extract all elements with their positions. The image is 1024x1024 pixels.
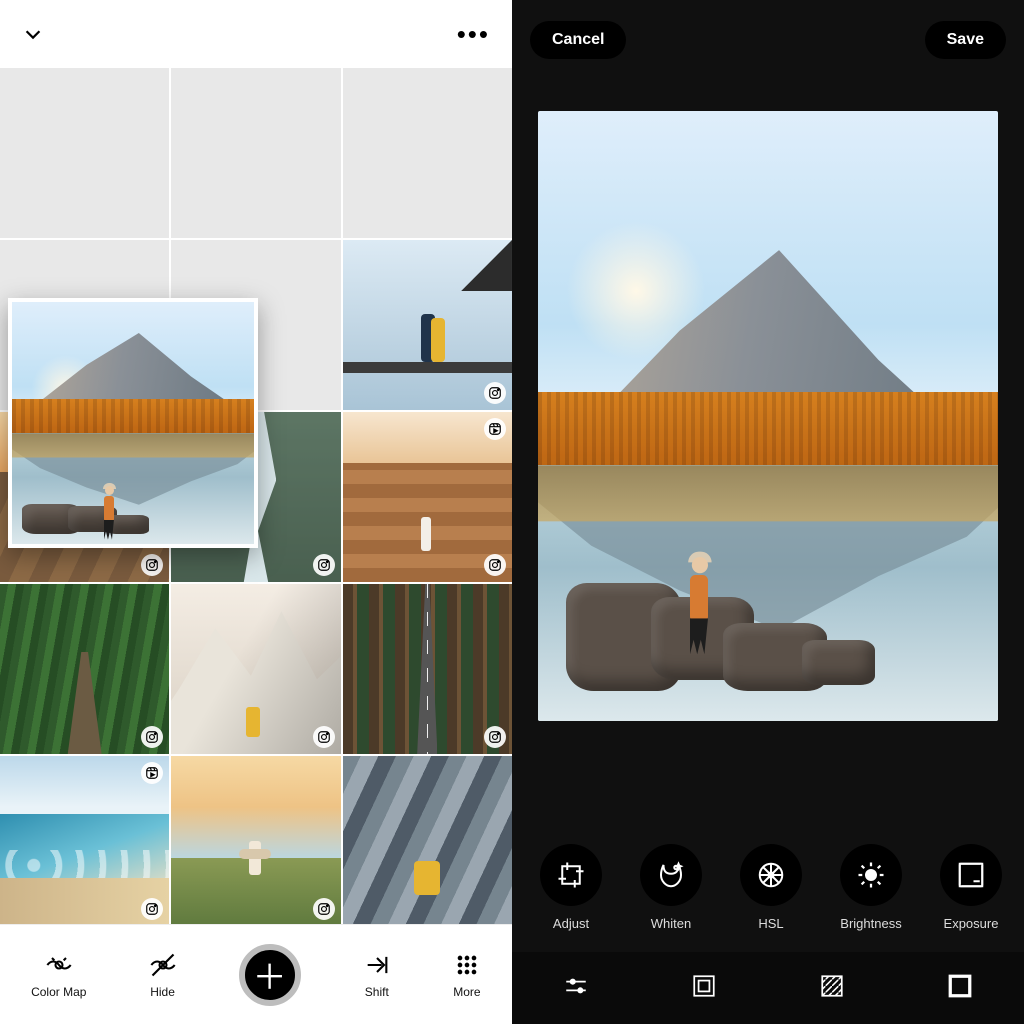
- left-header: •••: [0, 0, 512, 68]
- cancel-button[interactable]: Cancel: [530, 21, 626, 59]
- hsl-icon: [740, 844, 802, 906]
- editor-header: Cancel Save: [512, 0, 1024, 80]
- tool-exposure[interactable]: Exposure: [932, 844, 1010, 931]
- exposure-icon: [940, 844, 1002, 906]
- grid-slot[interactable]: [0, 756, 169, 924]
- grid-slot[interactable]: [171, 756, 340, 924]
- editor-bottom-tabs: [512, 952, 1024, 1024]
- color-map-label: Color Map: [31, 985, 86, 999]
- tool-label: Whiten: [651, 916, 691, 931]
- brightness-icon: [840, 844, 902, 906]
- tool-label: Adjust: [553, 916, 589, 931]
- hide-button[interactable]: Hide: [149, 951, 177, 999]
- instagram-badge-icon: [313, 898, 335, 920]
- edit-tool-row[interactable]: Adjust Whiten HSL Brightness Exposure: [512, 822, 1024, 952]
- edited-photo: [538, 111, 998, 721]
- collapse-chevron-icon[interactable]: [22, 23, 44, 45]
- editor-canvas[interactable]: [512, 80, 1024, 822]
- grid-slot-empty[interactable]: [343, 68, 512, 238]
- tab-frame-icon[interactable]: [691, 973, 717, 1004]
- tool-brightness[interactable]: Brightness: [832, 844, 910, 931]
- hide-label: Hide: [150, 985, 175, 999]
- save-button[interactable]: Save: [925, 21, 1006, 59]
- tool-hsl[interactable]: HSL: [732, 844, 810, 931]
- grid-slot[interactable]: [0, 584, 169, 754]
- hide-icon: [149, 951, 177, 979]
- color-map-button[interactable]: Color Map: [31, 951, 86, 999]
- tool-adjust[interactable]: Adjust: [532, 844, 610, 931]
- grid-slot[interactable]: [171, 584, 340, 754]
- more-label: More: [453, 985, 480, 999]
- tool-label: HSL: [758, 916, 783, 931]
- adjust-icon: [540, 844, 602, 906]
- more-grid-icon: [453, 951, 481, 979]
- more-options-icon[interactable]: •••: [457, 29, 490, 39]
- grid-slot[interactable]: [343, 412, 512, 582]
- grid-slot-empty[interactable]: [171, 68, 340, 238]
- dragging-thumbnail[interactable]: [8, 298, 258, 548]
- grid-slot-empty[interactable]: [0, 68, 169, 238]
- feed-grid[interactable]: [0, 68, 512, 924]
- tool-label: Brightness: [840, 916, 901, 931]
- tab-texture-icon[interactable]: [819, 973, 845, 1004]
- editor-panel: Cancel Save Adjust: [512, 0, 1024, 1024]
- shift-icon: [363, 951, 391, 979]
- instagram-badge-icon: [313, 554, 335, 576]
- tab-sliders-icon[interactable]: [563, 973, 589, 1004]
- instagram-badge-icon: [484, 554, 506, 576]
- plus-icon: ＋: [253, 950, 287, 999]
- reels-badge-icon: [484, 418, 506, 440]
- more-button[interactable]: More: [453, 951, 481, 999]
- tab-border-icon[interactable]: [947, 973, 973, 1004]
- grid-slot[interactable]: [343, 240, 512, 410]
- add-button[interactable]: ＋: [239, 944, 301, 1006]
- shift-button[interactable]: Shift: [363, 951, 391, 999]
- grid-slot[interactable]: [343, 584, 512, 754]
- tool-whiten[interactable]: Whiten: [632, 844, 710, 931]
- instagram-badge-icon: [484, 382, 506, 404]
- whiten-icon: [640, 844, 702, 906]
- grid-planner-panel: •••: [0, 0, 512, 1024]
- instagram-badge-icon: [484, 726, 506, 748]
- instagram-badge-icon: [313, 726, 335, 748]
- shift-label: Shift: [365, 985, 389, 999]
- color-map-icon: [45, 951, 73, 979]
- tool-label: Exposure: [944, 916, 999, 931]
- grid-slot[interactable]: [343, 756, 512, 924]
- left-toolbar: Color Map Hide ＋ Shift More: [0, 924, 512, 1024]
